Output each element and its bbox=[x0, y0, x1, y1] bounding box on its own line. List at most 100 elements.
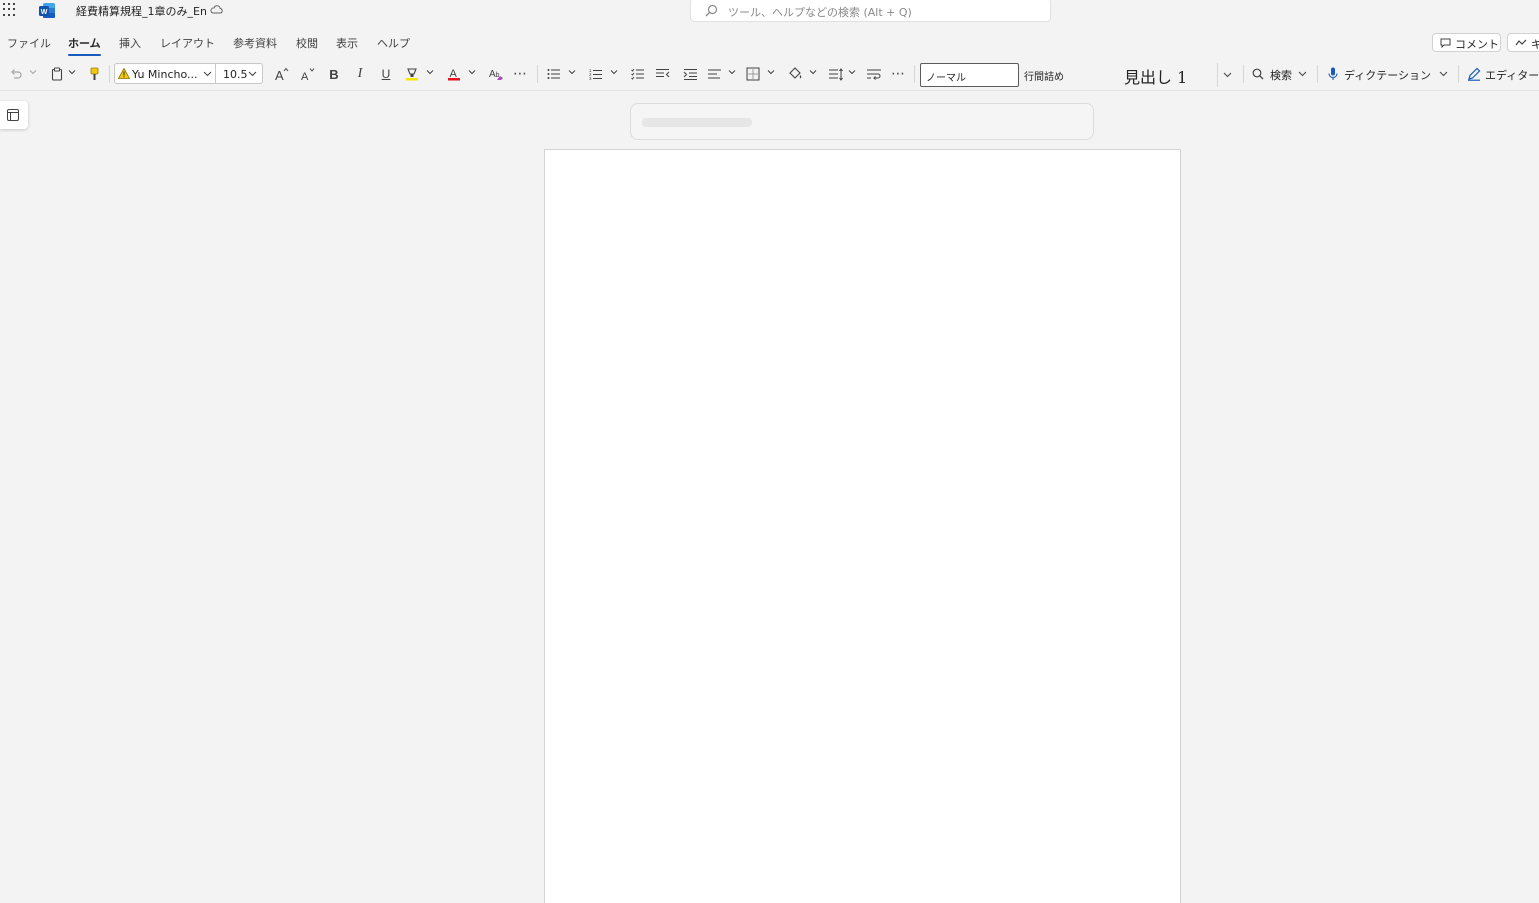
more-paragraph-options-button[interactable]: ⋯ bbox=[890, 64, 906, 84]
ribbon-tabs: ファイル ホーム 挿入 レイアウト 参考資料 校閲 表示 ヘルプ コメント キ bbox=[0, 30, 1539, 56]
tab-insert[interactable]: 挿入 bbox=[119, 35, 141, 51]
svg-text:A: A bbox=[275, 68, 284, 81]
bullets-button[interactable] bbox=[546, 64, 562, 84]
editor-pen-icon bbox=[1468, 67, 1481, 81]
editor-label: エディター bbox=[1485, 69, 1539, 82]
catch-up-label: キ bbox=[1531, 38, 1539, 51]
styles-gallery: ノーマル 行間詰め 見出し 1 bbox=[919, 63, 1237, 87]
italic-button[interactable]: I bbox=[353, 64, 367, 84]
svg-text:A: A bbox=[301, 71, 309, 81]
dictate-label: ディクテーション bbox=[1344, 69, 1432, 82]
navigation-pane-button[interactable] bbox=[0, 101, 28, 129]
title-bar: W 経費精算規程_1章のみ_En ツール、ヘルプなどの検索 (Alt + Q) bbox=[0, 0, 1539, 24]
increase-indent-icon bbox=[683, 69, 697, 80]
document-page[interactable] bbox=[544, 149, 1181, 903]
ribbon-separator bbox=[914, 65, 915, 83]
font-name-value: Yu Mincho... bbox=[132, 68, 198, 81]
font-color-chevron-down-icon[interactable] bbox=[468, 69, 476, 75]
grow-font-button[interactable]: A bbox=[273, 64, 291, 84]
loading-shimmer bbox=[642, 118, 752, 127]
numbering-chevron-down-icon[interactable] bbox=[610, 69, 618, 75]
undo-icon bbox=[10, 69, 22, 79]
numbering-button[interactable]: 1 2 3 bbox=[588, 64, 604, 84]
search-box[interactable]: ツール、ヘルプなどの検索 (Alt + Q) bbox=[690, 0, 1051, 22]
decrease-indent-icon bbox=[656, 69, 670, 78]
warning-icon bbox=[118, 68, 130, 79]
tab-references[interactable]: 参考資料 bbox=[233, 35, 277, 51]
increase-indent-button[interactable] bbox=[682, 64, 698, 84]
ribbon-separator bbox=[537, 65, 538, 83]
paste-chevron-down-icon[interactable] bbox=[68, 69, 76, 75]
style-normal[interactable]: ノーマル bbox=[920, 63, 1019, 87]
document-title[interactable]: 経費精算規程_1章のみ_En bbox=[76, 3, 207, 19]
tab-home[interactable]: ホーム bbox=[68, 35, 101, 56]
line-spacing-chevron-down-icon[interactable] bbox=[848, 69, 856, 75]
style-heading-1[interactable]: 見出し 1 bbox=[1124, 64, 1187, 88]
undo-button[interactable] bbox=[6, 64, 24, 84]
catch-up-icon bbox=[1515, 39, 1527, 46]
format-painter-icon bbox=[90, 67, 98, 80]
numbered-list-icon: 1 2 3 bbox=[589, 68, 602, 81]
underline-button[interactable]: U bbox=[379, 64, 393, 84]
align-button[interactable] bbox=[707, 64, 723, 84]
editor-button[interactable]: エディター bbox=[1465, 64, 1539, 84]
align-chevron-down-icon[interactable] bbox=[728, 69, 736, 75]
shrink-font-icon: A bbox=[301, 68, 315, 81]
style-no-spacing[interactable]: 行間詰め bbox=[1024, 68, 1064, 83]
font-size-value: 10.5 bbox=[223, 68, 248, 81]
tab-file[interactable]: ファイル bbox=[7, 35, 51, 51]
loading-placeholder-bar bbox=[630, 103, 1094, 140]
borders-button[interactable] bbox=[745, 64, 761, 84]
ribbon-separator bbox=[1458, 65, 1459, 83]
more-font-options-button[interactable]: ⋯ bbox=[512, 64, 528, 84]
bullets-chevron-down-icon[interactable] bbox=[568, 69, 576, 75]
text-wrap-icon bbox=[866, 69, 881, 80]
dictate-button[interactable]: ディクテーション bbox=[1325, 64, 1450, 84]
font-color-button[interactable]: A bbox=[446, 64, 462, 84]
catch-up-button[interactable]: キ bbox=[1507, 33, 1539, 52]
highlight-chevron-down-icon[interactable] bbox=[426, 69, 434, 75]
svg-text:W: W bbox=[41, 9, 48, 16]
chevron-down-icon bbox=[1298, 71, 1307, 77]
line-spacing-icon bbox=[828, 67, 843, 81]
clear-formatting-icon: A b bbox=[489, 69, 503, 80]
chevron-down-icon bbox=[1439, 71, 1448, 77]
word-logo-icon[interactable]: W bbox=[39, 3, 55, 18]
svg-text:3: 3 bbox=[589, 76, 592, 81]
align-left-icon bbox=[708, 69, 721, 79]
comments-button[interactable]: コメント bbox=[1432, 33, 1501, 52]
microphone-icon bbox=[1328, 67, 1338, 80]
shrink-font-button[interactable]: A bbox=[299, 64, 317, 84]
format-painter-button[interactable] bbox=[86, 64, 102, 84]
shading-button[interactable] bbox=[787, 64, 803, 84]
chevron-down-icon bbox=[203, 71, 212, 77]
cloud-saved-icon[interactable] bbox=[210, 5, 223, 14]
ribbon-separator bbox=[1317, 65, 1318, 83]
decrease-indent-button[interactable] bbox=[655, 64, 671, 84]
tab-help[interactable]: ヘルプ bbox=[377, 35, 410, 51]
borders-chevron-down-icon[interactable] bbox=[767, 69, 775, 75]
find-button[interactable]: 検索 bbox=[1250, 64, 1310, 84]
tab-review[interactable]: 校閲 bbox=[296, 35, 318, 51]
font-name-dropdown[interactable]: Yu Mincho... bbox=[114, 63, 216, 84]
search-placeholder: ツール、ヘルプなどの検索 (Alt + Q) bbox=[728, 6, 912, 19]
app-launcher-icon[interactable] bbox=[3, 3, 17, 17]
clear-formatting-button[interactable]: A b bbox=[488, 64, 504, 84]
shading-chevron-down-icon[interactable] bbox=[809, 69, 817, 75]
text-wrap-button[interactable] bbox=[866, 64, 882, 84]
paste-button[interactable] bbox=[49, 64, 65, 84]
chevron-down-icon bbox=[1223, 72, 1232, 78]
undo-chevron-down-icon[interactable] bbox=[29, 69, 37, 75]
find-label: 検索 bbox=[1270, 69, 1292, 82]
styles-expand-button[interactable] bbox=[1217, 63, 1237, 87]
bold-button[interactable]: B bbox=[327, 64, 341, 84]
tab-layout[interactable]: レイアウト bbox=[160, 35, 215, 51]
line-spacing-button[interactable] bbox=[828, 64, 844, 84]
highlight-button[interactable] bbox=[404, 64, 420, 84]
tab-view[interactable]: 表示 bbox=[336, 35, 358, 51]
checklist-button[interactable] bbox=[630, 64, 646, 84]
font-size-dropdown[interactable]: 10.5 bbox=[216, 63, 263, 84]
grow-font-icon: A bbox=[275, 67, 289, 81]
clipboard-icon bbox=[51, 67, 63, 81]
comments-label: コメント bbox=[1455, 38, 1499, 51]
